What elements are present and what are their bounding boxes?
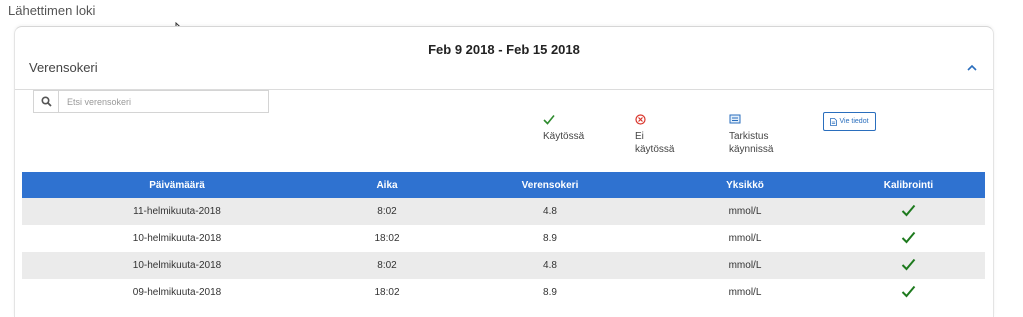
date-cell: 10-helmikuuta-2018 bbox=[22, 225, 332, 252]
legend-in-use: Käytössä bbox=[543, 114, 591, 143]
check-icon bbox=[901, 258, 916, 270]
column-header-time[interactable]: Aika bbox=[332, 172, 442, 198]
check-in-progress-icon bbox=[729, 114, 741, 124]
unit-cell: mmol/L bbox=[658, 252, 832, 279]
glucose-cell: 4.8 bbox=[442, 252, 658, 279]
export-button[interactable]: Vie tiedot bbox=[823, 112, 876, 131]
table-header-row: Päivämäärä Aika Verensokeri Yksikkö Kali… bbox=[22, 172, 985, 198]
calibration-cell bbox=[832, 252, 985, 279]
check-icon bbox=[901, 231, 916, 243]
calibration-cell bbox=[832, 279, 985, 306]
column-header-date[interactable]: Päivämäärä bbox=[22, 172, 332, 198]
check-icon bbox=[901, 204, 916, 216]
calibration-cell bbox=[832, 198, 985, 225]
table-row: 10-helmikuuta-2018 8:02 4.8 mmol/L bbox=[22, 252, 985, 279]
check-icon bbox=[543, 114, 555, 125]
date-cell: 11-helmikuuta-2018 bbox=[22, 198, 332, 225]
table-row: 11-helmikuuta-2018 8:02 4.8 mmol/L bbox=[22, 198, 985, 225]
glucose-log-table: Päivämäärä Aika Verensokeri Yksikkö Kali… bbox=[22, 172, 985, 306]
legend-label: Käytössä bbox=[543, 131, 585, 142]
legend-label: Tarkistus käynnissä bbox=[729, 131, 774, 155]
table-row: 09-helmikuuta-2018 18:02 8.9 mmol/L bbox=[22, 279, 985, 306]
page-title: Lähettimen loki bbox=[8, 3, 96, 18]
unit-cell: mmol/L bbox=[658, 198, 832, 225]
document-icon bbox=[830, 117, 838, 126]
legend-not-in-use: Ei käytössä bbox=[635, 114, 683, 156]
chevron-up-icon[interactable] bbox=[965, 61, 979, 75]
check-icon bbox=[901, 285, 916, 297]
calibration-cell bbox=[832, 225, 985, 252]
glucose-cell: 8.9 bbox=[442, 279, 658, 306]
unit-cell: mmol/L bbox=[658, 279, 832, 306]
table-row: 10-helmikuuta-2018 18:02 8.9 mmol/L bbox=[22, 225, 985, 252]
date-cell: 10-helmikuuta-2018 bbox=[22, 252, 332, 279]
glucose-cell: 8.9 bbox=[442, 225, 658, 252]
time-cell: 8:02 bbox=[332, 198, 442, 225]
legend-label: Ei käytössä bbox=[635, 131, 675, 155]
date-cell: 09-helmikuuta-2018 bbox=[22, 279, 332, 306]
legend-check-in-progress: Tarkistus käynnissä bbox=[729, 114, 789, 156]
time-cell: 18:02 bbox=[332, 279, 442, 306]
section-title: Verensokeri bbox=[29, 60, 98, 75]
search-input[interactable] bbox=[59, 91, 268, 112]
export-button-label: Vie tiedot bbox=[839, 118, 869, 125]
glucose-cell: 4.8 bbox=[442, 198, 658, 225]
column-header-calibration[interactable]: Kalibrointi bbox=[832, 172, 985, 198]
not-in-use-icon bbox=[635, 114, 646, 125]
date-range: Feb 9 2018 - Feb 15 2018 bbox=[428, 42, 580, 57]
unit-cell: mmol/L bbox=[658, 225, 832, 252]
column-header-unit[interactable]: Yksikkö bbox=[658, 172, 832, 198]
search-box bbox=[33, 90, 269, 113]
time-cell: 8:02 bbox=[332, 252, 442, 279]
column-header-glucose[interactable]: Verensokeri bbox=[442, 172, 658, 198]
search-icon[interactable] bbox=[34, 91, 59, 112]
time-cell: 18:02 bbox=[332, 225, 442, 252]
